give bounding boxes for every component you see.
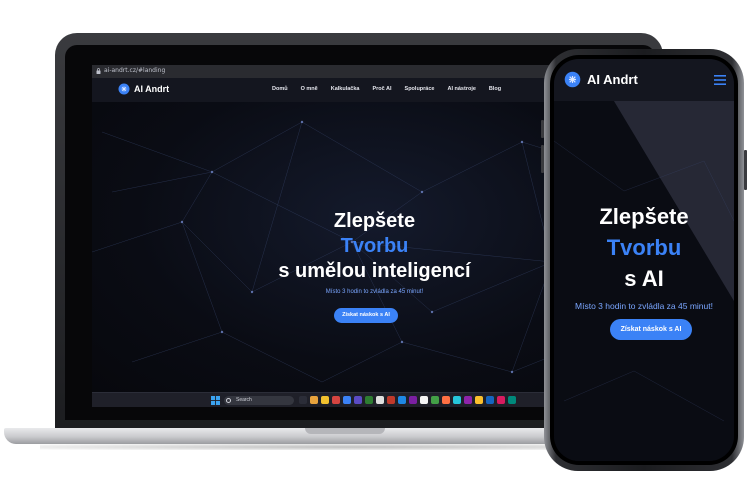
nav-link-proc-ai[interactable]: Proč AI	[372, 86, 391, 92]
taskbar-search[interactable]: Search	[224, 396, 294, 405]
phone-site-logo[interactable]: AI Andrt	[564, 71, 638, 88]
app-icon[interactable]	[376, 396, 384, 404]
app-icon[interactable]	[365, 396, 373, 404]
nav-link-domu[interactable]: Domů	[272, 86, 288, 92]
phone-power-button	[744, 150, 747, 190]
nav-link-kalkulacka[interactable]: Kalkulačka	[331, 86, 360, 92]
cta-button[interactable]: Získat náskok s AI	[334, 308, 398, 323]
app-icon[interactable]	[409, 396, 417, 404]
app-icon[interactable]	[464, 396, 472, 404]
hamburger-menu-icon[interactable]	[714, 75, 726, 85]
app-icon[interactable]	[431, 396, 439, 404]
app-icon[interactable]	[442, 396, 450, 404]
brain-icon	[564, 71, 581, 88]
phone-hero-title-line-3: s AI	[624, 266, 664, 291]
site-logo[interactable]: AI Andrt	[118, 83, 169, 95]
brand-name: AI Andrt	[134, 84, 170, 94]
app-icon[interactable]	[508, 396, 516, 404]
app-icon[interactable]	[475, 396, 483, 404]
phone-screen: AI Andrt Zlepšete Tvorbu s AI Místo 3 ho…	[554, 59, 734, 461]
app-icon[interactable]	[321, 396, 329, 404]
brain-icon	[118, 83, 130, 95]
nav-link-blog[interactable]: Blog	[489, 86, 501, 92]
app-icon[interactable]	[343, 396, 351, 404]
app-icon[interactable]	[398, 396, 406, 404]
app-icon[interactable]	[310, 396, 318, 404]
phone-hero-title-line-1: Zlepšete	[599, 204, 689, 229]
app-icon[interactable]	[387, 396, 395, 404]
windows-start-icon[interactable]	[211, 396, 220, 405]
browser-url[interactable]: ai-andrt.cz/#landing	[104, 67, 165, 74]
lock-icon	[96, 68, 101, 74]
app-icon[interactable]	[486, 396, 494, 404]
phone-hero-title-line-2: Tvorbu	[606, 235, 682, 260]
search-icon	[226, 398, 231, 403]
app-icon[interactable]	[299, 396, 307, 404]
nav-menu: Domů O mně Kalkulačka Proč AI Spolupráce…	[272, 86, 514, 92]
nav-link-spoluprace[interactable]: Spolupráce	[405, 86, 435, 92]
app-icon[interactable]	[354, 396, 362, 404]
app-icon[interactable]	[332, 396, 340, 404]
nav-link-o-mne[interactable]: O mně	[301, 86, 318, 92]
phone-navbar: AI Andrt	[554, 59, 734, 101]
nav-link-ai-nastroje[interactable]: AI nástroje	[447, 86, 475, 92]
app-icon[interactable]	[497, 396, 505, 404]
app-icon[interactable]	[453, 396, 461, 404]
taskbar-app-icons	[299, 396, 516, 404]
phone-bezel: AI Andrt Zlepšete Tvorbu s AI Místo 3 ho…	[550, 55, 738, 465]
app-icon[interactable]	[420, 396, 428, 404]
brand-name: AI Andrt	[587, 72, 638, 87]
laptop-opening-notch	[305, 428, 385, 434]
phone-hero-subtitle: Místo 3 hodin to zvládla za 45 minut!	[575, 301, 713, 311]
phone-cta-button[interactable]: Získat náskok s AI	[610, 319, 692, 340]
